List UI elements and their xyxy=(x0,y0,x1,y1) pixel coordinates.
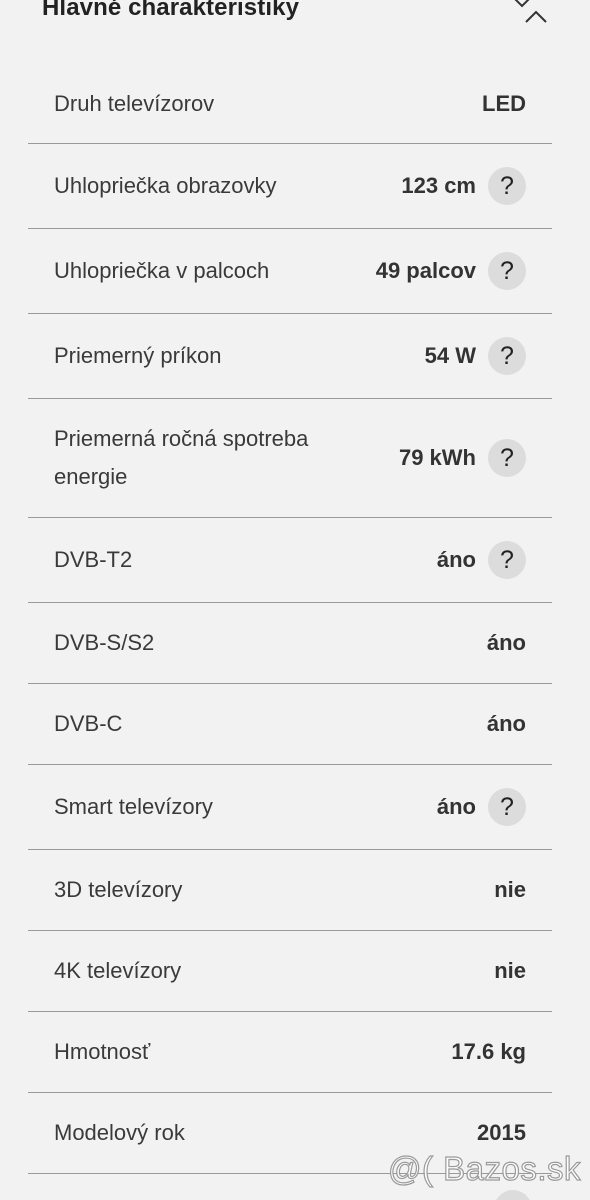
spec-label: Hmotnosť xyxy=(54,1039,151,1064)
spec-value: LED xyxy=(482,90,526,116)
product-spec-page: Hlavné charakteristiky Druh televízorov L… xyxy=(0,0,590,1200)
spec-row: DVB-T2 áno? xyxy=(28,518,552,603)
spec-label: Uhlopriečka obrazovky xyxy=(54,173,277,198)
spec-row: 3D televízory nie xyxy=(28,850,552,931)
spec-row: Uhlopriečka obrazovky 123 cm? xyxy=(28,144,552,229)
spec-row: Priemerná ročná spotreba energie 79 kWh? xyxy=(28,399,552,518)
spec-value: 2015 xyxy=(477,1120,526,1145)
spec-value: 123 cm xyxy=(401,173,476,198)
spec-row: DVB-C áno xyxy=(28,684,552,765)
spec-label: DVB-C xyxy=(54,711,123,736)
spec-value: áno xyxy=(486,711,526,736)
spec-value: áno xyxy=(486,630,526,655)
spec-label: Priemerná ročná spotreba energie xyxy=(54,426,309,489)
spec-value: 54 W xyxy=(424,343,476,368)
spec-row: Hmotnosť 17.6 kg xyxy=(28,1012,552,1093)
spec-label: Uhlopriečka v palcoch xyxy=(54,258,270,283)
spec-label: Priemerný príkon xyxy=(54,343,222,368)
spec-value: áno xyxy=(436,794,476,819)
spec-label: Smart televízory xyxy=(54,794,213,819)
spec-label: Modelový rok xyxy=(54,1120,185,1145)
section-title: Hlavné charakteristiky xyxy=(42,0,300,21)
help-icon[interactable] xyxy=(494,1190,532,1200)
chevron-up-icon xyxy=(514,0,547,23)
spec-value: 49 palcov xyxy=(375,258,476,283)
help-icon[interactable]: ? xyxy=(488,541,526,579)
collapse-button[interactable] xyxy=(508,0,552,30)
help-icon[interactable]: ? xyxy=(488,252,526,290)
specs-table: Druh televízorov LED Uhlopriečka obrazovky… xyxy=(28,64,552,1174)
spec-row: Priemerný príkon 54 W? xyxy=(28,314,552,399)
section-header[interactable]: Hlavné charakteristiky xyxy=(0,0,590,60)
spec-value: áno xyxy=(436,547,476,572)
help-icon[interactable]: ? xyxy=(488,439,526,477)
spec-value: 79 kWh xyxy=(398,445,476,470)
spec-label: DVB-S/S2 xyxy=(54,630,155,655)
spec-value: 17.6 kg xyxy=(451,1039,526,1064)
spec-row: 4K televízory nie xyxy=(28,931,552,1012)
spec-row: Smart televízory áno? xyxy=(28,765,552,850)
help-icon[interactable]: ? xyxy=(488,788,526,826)
help-icon[interactable]: ? xyxy=(488,167,526,205)
spec-label: 4K televízory xyxy=(54,958,182,983)
spec-value: nie xyxy=(494,958,526,983)
spec-row: Uhlopriečka v palcoch 49 palcov? xyxy=(28,229,552,314)
spec-row: DVB-S/S2 áno xyxy=(28,603,552,684)
watermark: @( Bazos.sk xyxy=(387,1149,582,1187)
help-icon[interactable]: ? xyxy=(488,337,526,375)
spec-label: 3D televízory xyxy=(54,877,183,902)
spec-row: Druh televízorov LED xyxy=(28,64,552,144)
spec-value: nie xyxy=(494,877,526,902)
spec-label: Druh televízorov xyxy=(54,90,215,116)
spec-label: DVB-T2 xyxy=(54,547,133,572)
